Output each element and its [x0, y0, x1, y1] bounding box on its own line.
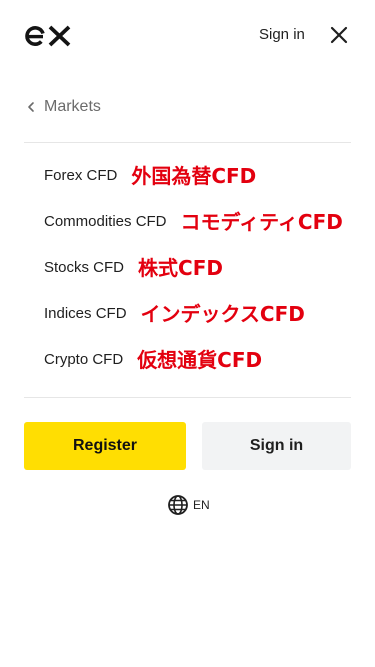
menu-item-label: Indices CFD	[44, 305, 127, 322]
chevron-left-icon	[24, 100, 38, 114]
menu-item-stocks-cfd[interactable]: Stocks CFD 株式CFD	[24, 245, 351, 291]
menu-item-label: Stocks CFD	[44, 259, 125, 276]
menu-item-crypto-cfd[interactable]: Crypto CFD 仮想通貨CFD	[24, 337, 351, 383]
menu-item-annotation: インデックスCFD	[140, 302, 305, 326]
back-label: Markets	[44, 98, 101, 115]
menu-item-annotation: 株式CFD	[138, 256, 223, 280]
header: Sign in	[0, 0, 375, 72]
menu-item-label: Crypto CFD	[44, 351, 124, 368]
menu-item-forex-cfd[interactable]: Forex CFD 外国為替CFD	[24, 153, 351, 199]
menu-item-commodities-cfd[interactable]: Commodities CFD コモディティCFD	[24, 199, 351, 245]
close-icon[interactable]	[328, 24, 350, 46]
globe-icon	[167, 494, 189, 516]
bottom-divider	[24, 397, 351, 398]
language-selector[interactable]: EN	[167, 494, 210, 516]
header-signin-link[interactable]: Sign in	[259, 26, 305, 44]
menu-item-indices-cfd[interactable]: Indices CFD インデックスCFD	[24, 291, 351, 337]
menu-item-label: Forex CFD	[44, 167, 118, 184]
logo-mark	[25, 25, 71, 47]
menu-item-annotation: コモディティCFD	[180, 210, 343, 234]
exness-logo[interactable]	[24, 24, 74, 48]
menu-item-annotation: 仮想通貨CFD	[137, 348, 263, 372]
back-to-markets-link[interactable]: Markets	[24, 96, 101, 118]
signin-button[interactable]: Sign in	[202, 422, 351, 470]
top-divider	[24, 142, 351, 143]
language-code: EN	[193, 498, 210, 512]
menu-item-annotation: 外国為替CFD	[131, 164, 257, 188]
register-button[interactable]: Register	[24, 422, 186, 470]
markets-menu: Forex CFD 外国為替CFD Commodities CFD コモディティ…	[24, 153, 351, 383]
menu-item-label: Commodities CFD	[44, 213, 167, 230]
